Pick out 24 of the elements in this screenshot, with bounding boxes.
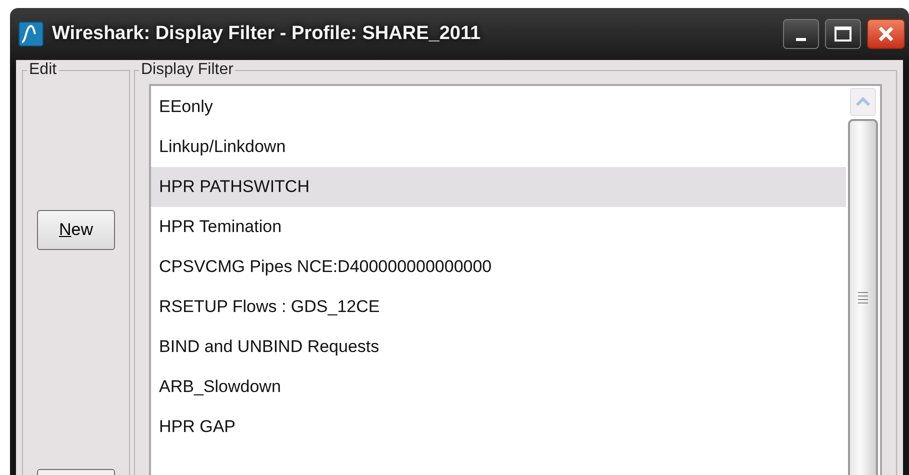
filter-list-item[interactable]: HPR PATHSWITCH bbox=[151, 167, 846, 207]
minimize-icon bbox=[796, 38, 806, 40]
filter-list-item[interactable]: ARB_Slowdown bbox=[151, 367, 846, 407]
filter-list-item[interactable]: HPR GAP bbox=[151, 407, 846, 447]
filter-list-item[interactable]: RSETUP Flows : GDS_12CE bbox=[151, 287, 846, 327]
filter-list-item[interactable]: Linkup/Linkdown bbox=[151, 127, 846, 167]
button[interactable] bbox=[37, 469, 115, 475]
filter-list-item[interactable]: CPSVCMG Pipes NCE:D400000000000000 bbox=[151, 247, 846, 287]
maximize-icon bbox=[834, 26, 852, 42]
chevron-up-icon bbox=[855, 97, 871, 107]
minimize-button[interactable] bbox=[783, 19, 819, 49]
filter-list-item[interactable]: HPR Temination bbox=[151, 207, 846, 247]
filter-list-item[interactable]: EEonly bbox=[151, 87, 846, 127]
scroll-thumb[interactable] bbox=[848, 119, 878, 475]
app-icon bbox=[18, 21, 44, 47]
maximize-button[interactable] bbox=[825, 19, 861, 49]
close-icon bbox=[877, 25, 895, 43]
filter-list-item[interactable]: BIND and UNBIND Requests bbox=[151, 327, 846, 367]
window-title: Wireshark: Display Filter - Profile: SHARE_2011 bbox=[52, 22, 481, 46]
close-button[interactable] bbox=[867, 19, 905, 49]
grip-icon bbox=[858, 291, 868, 305]
group-label: Display Filter bbox=[139, 61, 236, 79]
new-button[interactable]: New bbox=[37, 210, 115, 250]
scrollbar[interactable] bbox=[846, 86, 880, 475]
